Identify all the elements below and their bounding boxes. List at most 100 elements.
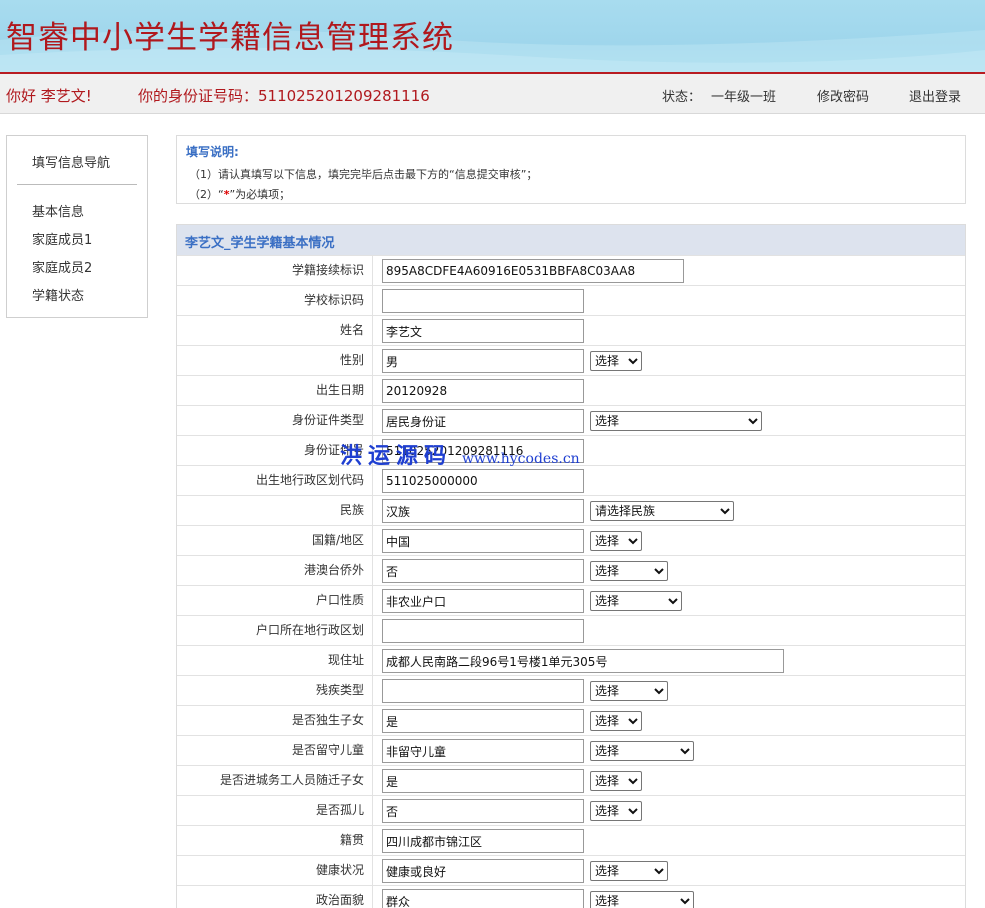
- field-label: 国籍/地区: [177, 526, 373, 555]
- school-code-input[interactable]: [382, 289, 584, 313]
- instruction-line-2: （2）“*”为必填项；: [189, 186, 290, 202]
- field-label: 是否独生子女: [177, 706, 373, 735]
- form-row-overseas: 港澳台侨外 选择: [177, 555, 965, 585]
- nationality-input[interactable]: [382, 529, 584, 553]
- birthplace-code-input[interactable]: [382, 469, 584, 493]
- user-info-bar: 你好 李艺文! 你的身份证号码：511025201209281116 状态： 一年…: [0, 74, 985, 114]
- orphan-select[interactable]: 选择: [590, 801, 642, 821]
- form-row-birth-date: 出生日期: [177, 375, 965, 405]
- field-label: 学籍接续标识: [177, 256, 373, 285]
- overseas-select[interactable]: 选择: [590, 561, 668, 581]
- nationality-select[interactable]: 选择: [590, 531, 642, 551]
- instruction-line-2-suffix: ”为必填项；: [229, 188, 291, 201]
- change-password-link[interactable]: 修改密码: [817, 86, 869, 105]
- field-label: 出生地行政区划代码: [177, 466, 373, 495]
- field-label: 身份证件类型: [177, 406, 373, 435]
- form-row-address: 现住址: [177, 645, 965, 675]
- form-row-ethnicity: 民族 请选择民族: [177, 495, 965, 525]
- political-status-select[interactable]: 选择: [590, 891, 694, 908]
- form-row-id-type: 身份证件类型 选择: [177, 405, 965, 435]
- left-behind-select[interactable]: 选择: [590, 741, 694, 761]
- form-row-birthplace-code: 出生地行政区划代码: [177, 465, 965, 495]
- form-row-school-code: 学校标识码: [177, 285, 965, 315]
- fill-instructions: 填写说明: （1）请认真填写以下信息，填完完毕后点击最下方的“信息提交审核”； …: [176, 135, 966, 204]
- orphan-input[interactable]: [382, 799, 584, 823]
- id-number-input[interactable]: [382, 439, 584, 463]
- hukou-type-input[interactable]: [382, 589, 584, 613]
- migrant-child-select[interactable]: 选择: [590, 771, 642, 791]
- field-label: 现住址: [177, 646, 373, 675]
- status-indicator: 状态： 一年级一班: [662, 86, 776, 105]
- enrollment-id-input[interactable]: [382, 259, 684, 283]
- only-child-input[interactable]: [382, 709, 584, 733]
- field-label: 性别: [177, 346, 373, 375]
- field-label: 学校标识码: [177, 286, 373, 315]
- greeting-text: 你好 李艺文!: [6, 87, 92, 105]
- logout-link[interactable]: 退出登录: [909, 86, 961, 105]
- field-label: 是否留守儿童: [177, 736, 373, 765]
- health-input[interactable]: [382, 859, 584, 883]
- field-label: 健康状况: [177, 856, 373, 885]
- hukou-type-select[interactable]: 选择: [590, 591, 682, 611]
- form-heading-bar: 李艺文_学生学籍基本情况: [177, 225, 965, 255]
- form-row-health: 健康状况 选择: [177, 855, 965, 885]
- form-row-nationality: 国籍/地区 选择: [177, 525, 965, 555]
- form-row-id-number: 身份证件号: [177, 435, 965, 465]
- migrant-child-input[interactable]: [382, 769, 584, 793]
- political-status-input[interactable]: [382, 889, 584, 908]
- birth-date-input[interactable]: [382, 379, 584, 403]
- form-row-hukou-region: 户口所在地行政区划: [177, 615, 965, 645]
- field-label: 民族: [177, 496, 373, 525]
- left-behind-input[interactable]: [382, 739, 584, 763]
- student-info-form: 李艺文_学生学籍基本情况 学籍接续标识 学校标识码 姓名 性别 选择 出生日期 …: [176, 224, 966, 908]
- health-select[interactable]: 选择: [590, 861, 668, 881]
- id-type-select[interactable]: 选择: [590, 411, 762, 431]
- address-input[interactable]: [382, 649, 784, 673]
- form-row-native-place: 籍贯: [177, 825, 965, 855]
- native-place-input[interactable]: [382, 829, 584, 853]
- field-label: 户口性质: [177, 586, 373, 615]
- form-row-disability: 残疾类型 选择: [177, 675, 965, 705]
- status-label: 状态：: [662, 90, 702, 105]
- field-label: 是否孤儿: [177, 796, 373, 825]
- form-row-hukou-type: 户口性质 选择: [177, 585, 965, 615]
- form-row-enrollment-id: 学籍接续标识: [177, 255, 965, 285]
- field-label: 身份证件号: [177, 436, 373, 465]
- id-type-input[interactable]: [382, 409, 584, 433]
- field-label: 籍贯: [177, 826, 373, 855]
- app-title: 智睿中小学生学籍信息管理系统: [6, 20, 454, 56]
- nav-item-enrollment-status[interactable]: 学籍状态: [32, 285, 84, 304]
- overseas-input[interactable]: [382, 559, 584, 583]
- header-banner: 智睿中小学生学籍信息管理系统: [0, 0, 985, 72]
- form-row-orphan: 是否孤儿 选择: [177, 795, 965, 825]
- disability-select[interactable]: 选择: [590, 681, 668, 701]
- only-child-select[interactable]: 选择: [590, 711, 642, 731]
- field-label: 户口所在地行政区划: [177, 616, 373, 645]
- ethnicity-select[interactable]: 请选择民族: [590, 501, 734, 521]
- ethnicity-input[interactable]: [382, 499, 584, 523]
- gender-select[interactable]: 选择: [590, 351, 642, 371]
- id-number-text: 你的身份证号码：511025201209281116: [138, 87, 430, 105]
- form-heading: 李艺文_学生学籍基本情况: [185, 236, 335, 251]
- form-row-gender: 性别 选择: [177, 345, 965, 375]
- side-navigation: 填写信息导航 基本信息 家庭成员1 家庭成员2 学籍状态: [6, 135, 148, 318]
- form-row-only-child: 是否独生子女 选择: [177, 705, 965, 735]
- disability-input[interactable]: [382, 679, 584, 703]
- gender-input[interactable]: [382, 349, 584, 373]
- name-input[interactable]: [382, 319, 584, 343]
- field-label: 姓名: [177, 316, 373, 345]
- form-row-left-behind: 是否留守儿童 选择: [177, 735, 965, 765]
- field-label: 出生日期: [177, 376, 373, 405]
- nav-item-basic-info[interactable]: 基本信息: [32, 201, 84, 220]
- hukou-region-input[interactable]: [382, 619, 584, 643]
- form-row-name: 姓名: [177, 315, 965, 345]
- instruction-line-2-prefix: （2）“: [189, 188, 224, 201]
- status-value: 一年级一班: [711, 90, 777, 105]
- form-row-migrant-child: 是否进城务工人员随迁子女 选择: [177, 765, 965, 795]
- field-label: 政治面貌: [177, 886, 373, 908]
- nav-item-family-member-2[interactable]: 家庭成员2: [32, 257, 92, 276]
- nav-item-family-member-1[interactable]: 家庭成员1: [32, 229, 92, 248]
- field-label: 港澳台侨外: [177, 556, 373, 585]
- field-label: 残疾类型: [177, 676, 373, 705]
- field-label: 是否进城务工人员随迁子女: [177, 766, 373, 795]
